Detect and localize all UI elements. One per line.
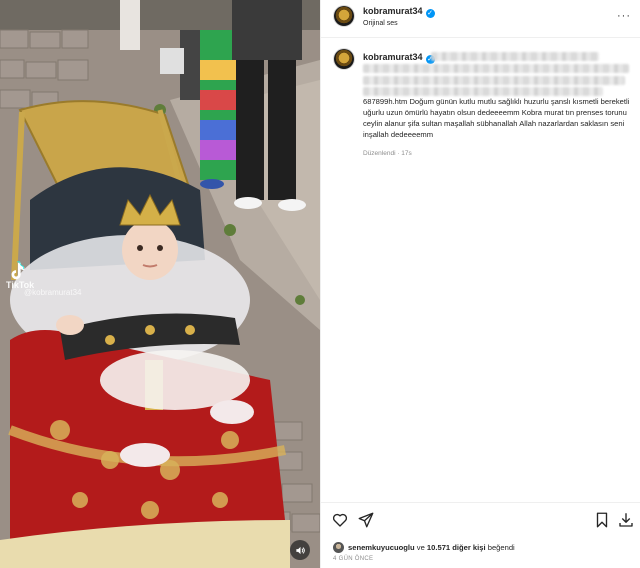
caption-text: 687899h.htm Doğum günün kutlu mutlu sağl…	[363, 97, 630, 139]
verified-badge-icon: ✓	[425, 9, 435, 18]
liked-by-conjunction: ve	[414, 543, 427, 552]
action-bar: senemkuyucuoglu ve 10.571 diğer kişi beğ…	[321, 502, 640, 568]
comment-username-text[interactable]: kobramurat34	[363, 52, 423, 62]
post-photo	[0, 0, 320, 568]
avatar[interactable]	[333, 48, 355, 70]
audio-label[interactable]: Orijinal ses	[363, 20, 398, 27]
liked-by-username[interactable]: senemkuyucuoglu	[348, 543, 415, 552]
share-icon[interactable]	[357, 511, 375, 529]
more-options-button[interactable]: ···	[617, 10, 631, 22]
liked-by-row[interactable]: senemkuyucuoglu ve 10.571 diğer kişi beğ…	[333, 542, 515, 553]
avatar[interactable]	[333, 5, 355, 27]
blurred-text-line	[363, 64, 629, 73]
blurred-text-line	[363, 76, 625, 85]
post-media[interactable]: TikTok @kobramurat34	[0, 0, 320, 568]
post-header: kobramurat34 ✓ Orijinal ses ···	[321, 0, 640, 38]
tiktok-watermark: TikTok @kobramurat34	[6, 260, 81, 297]
avatar[interactable]	[333, 542, 344, 553]
header-username-text[interactable]: kobramurat34	[363, 6, 423, 16]
liked-by-count[interactable]: 10.571 diğer kişi	[427, 543, 486, 552]
post-side-panel: kobramurat34 ✓ Orijinal ses ··· kobramura…	[320, 0, 640, 568]
bookmark-icon[interactable]	[593, 511, 611, 529]
edited-timestamp: Düzenlendi · 17s	[363, 150, 412, 157]
post-date[interactable]: 4 GÜN ÖNCE	[333, 556, 373, 562]
comment-username[interactable]: kobramurat34 ✓	[363, 52, 435, 64]
download-icon[interactable]	[617, 511, 635, 529]
liked-by-suffix: beğendi	[485, 543, 515, 552]
sound-toggle-button[interactable]	[290, 540, 310, 560]
blurred-text-line	[431, 52, 599, 61]
tiktok-icon	[11, 261, 25, 280]
header-username[interactable]: kobramurat34 ✓	[363, 6, 435, 18]
tiktok-handle: @kobramurat34	[24, 288, 82, 297]
instagram-post: TikTok @kobramurat34 kobramurat34 ✓ Oriji…	[0, 0, 640, 568]
heart-icon[interactable]	[331, 511, 349, 529]
speaker-icon	[295, 546, 305, 554]
blurred-text-line	[363, 87, 603, 96]
